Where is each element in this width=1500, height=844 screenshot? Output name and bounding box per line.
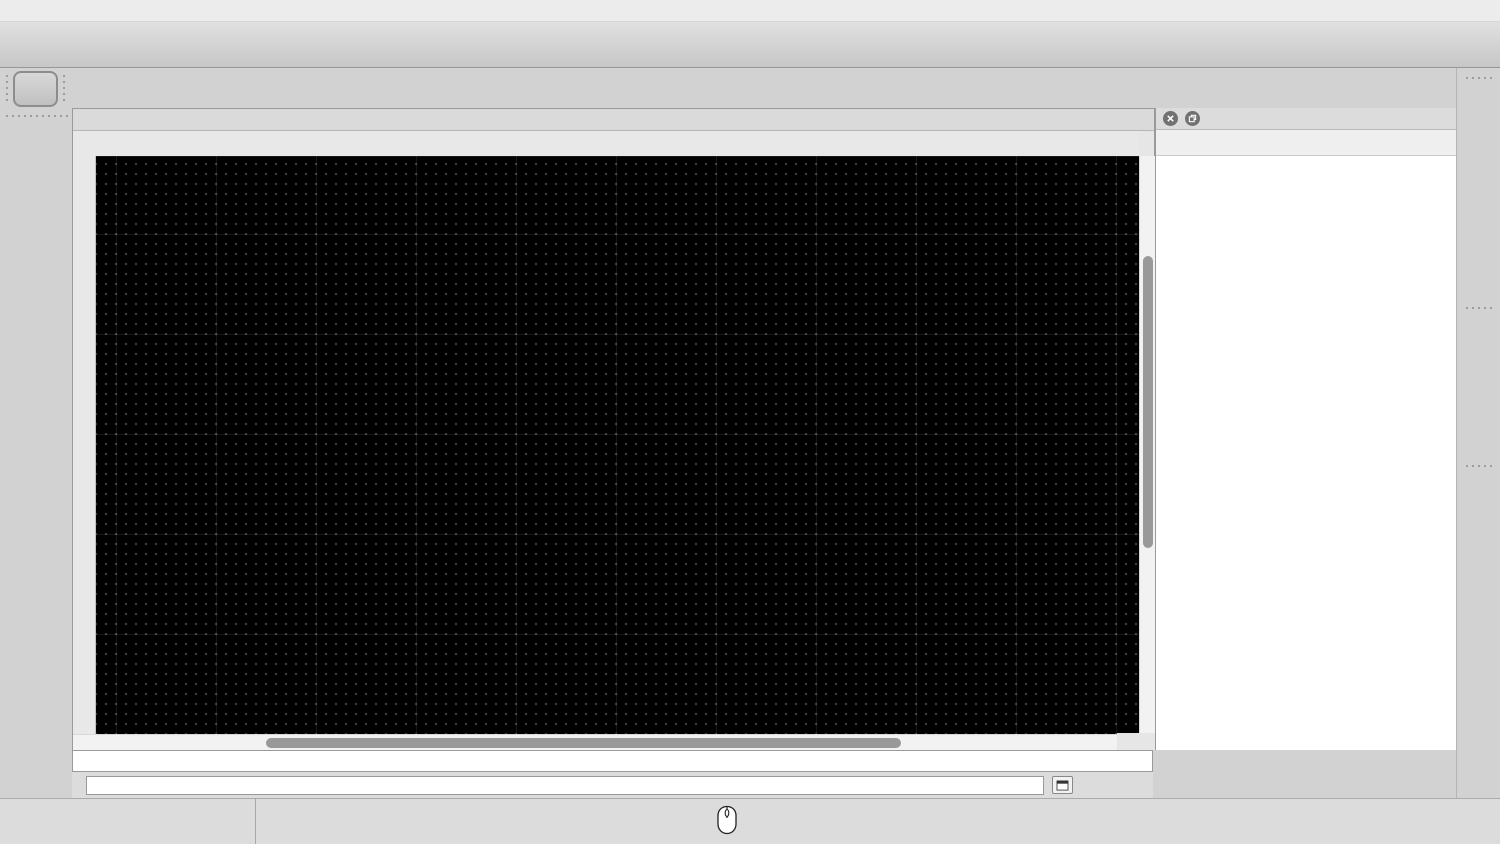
statusbar-divider (255, 799, 256, 844)
window-icon (1056, 779, 1069, 791)
panel-close-icon[interactable] (1163, 111, 1178, 126)
command-detach-button[interactable] (1052, 776, 1073, 794)
vertical-scrollbar-thumb[interactable] (1143, 256, 1153, 548)
main-toolbar (0, 22, 1500, 68)
left-tool-palette (0, 0, 72, 844)
horizontal-scrollbar[interactable] (73, 734, 1119, 750)
mouse-hints (430, 808, 710, 812)
dock-separator (1464, 464, 1494, 468)
dock-separator (1464, 306, 1494, 310)
ruler-corner (73, 131, 96, 156)
drawing-window (72, 108, 1155, 750)
librecad-window (0, 0, 1500, 844)
panel-titlebar (1156, 108, 1456, 130)
statusbar (0, 798, 1500, 844)
drawing-canvas[interactable] (96, 156, 1139, 734)
history-bar (72, 750, 1153, 772)
horizontal-scrollbar-thumb[interactable] (266, 738, 901, 748)
menubar (0, 0, 1500, 22)
zoom-ratio-label (1117, 733, 1155, 750)
command-input[interactable] (86, 775, 1044, 795)
vertical-ruler (73, 156, 96, 734)
horizontal-ruler (96, 131, 1139, 156)
command-row (72, 772, 1153, 798)
right-dock (1456, 68, 1500, 798)
mouse-icon (716, 805, 738, 838)
layer-panel-toolbar (1156, 130, 1456, 156)
document-tabbar (73, 109, 1154, 131)
panel-detach-icon[interactable] (1185, 111, 1200, 126)
layer-list-panel (1155, 108, 1456, 750)
dock-grip (1464, 76, 1494, 80)
vertical-scrollbar[interactable] (1139, 156, 1155, 734)
